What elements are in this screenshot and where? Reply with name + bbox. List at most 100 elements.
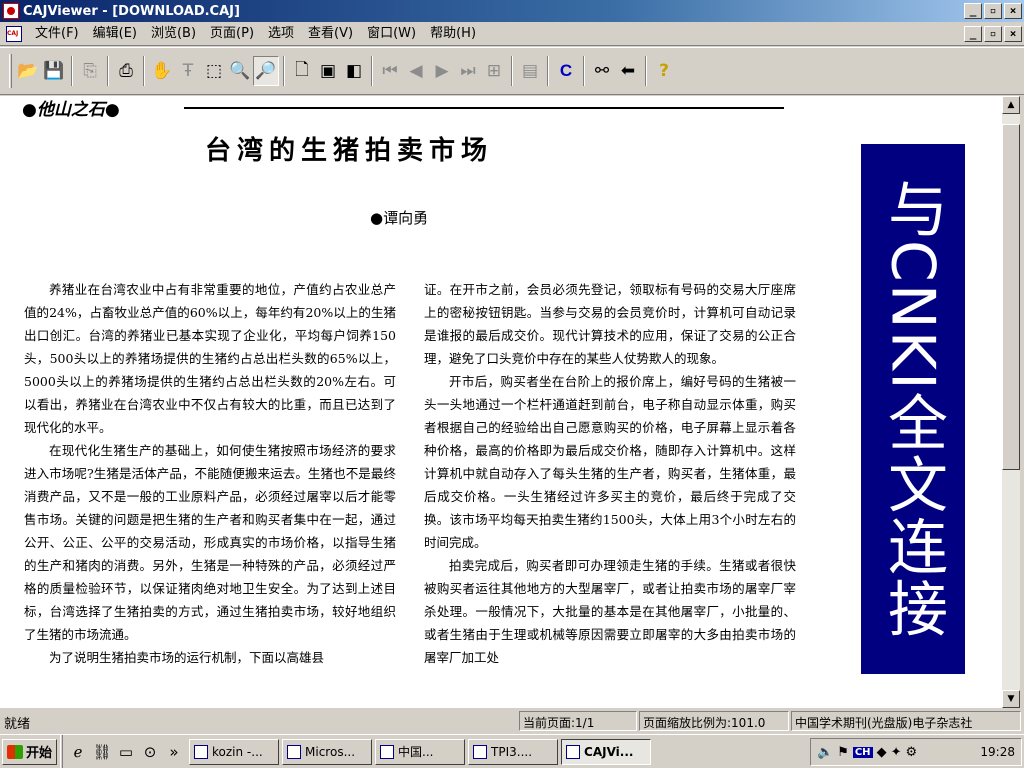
cajviewer-icon	[566, 744, 581, 759]
tray-app-icon[interactable]: ✦	[891, 745, 902, 760]
fit-width-icon[interactable]: ◧	[341, 56, 367, 86]
start-button[interactable]: 开始	[2, 738, 58, 765]
copy-icon[interactable]: ⎘	[77, 56, 103, 86]
window-controls: _ ▫ ×	[964, 3, 1022, 19]
text-select-icon[interactable]: Ŧ	[175, 56, 201, 86]
previous-page-icon[interactable]: ◀	[403, 56, 429, 86]
article-column-left: 养猪业在台湾农业中占有非常重要的地位，产值约占农业总产值的24%，占畜牧业总产值…	[24, 278, 396, 669]
toolbar-separator	[283, 56, 285, 86]
ie-window-icon	[473, 744, 488, 759]
document-icon[interactable]	[6, 25, 22, 42]
document-window-controls: _ ▫ ×	[964, 26, 1022, 42]
ime-indicator[interactable]: CH	[852, 746, 873, 758]
menu-options[interactable]: 选项	[261, 24, 301, 44]
toolbar-separator	[511, 56, 513, 86]
image-select-icon[interactable]: ⬚	[201, 56, 227, 86]
title-bar: CAJViewer - [DOWNLOAD.CAJ] _ ▫ ×	[0, 0, 1024, 22]
task-tpi[interactable]: TPI3....	[468, 738, 559, 765]
app-icon	[194, 744, 209, 759]
tray-tools-icon[interactable]: ⚙	[905, 745, 917, 760]
zoom-in-icon[interactable]: 🔍	[227, 56, 253, 86]
toolbar-separator	[107, 56, 109, 86]
first-page-icon[interactable]: ⏮	[377, 56, 403, 86]
scroll-thumb[interactable]	[1002, 124, 1020, 470]
paragraph: 为了说明生猪拍卖市场的运行机制，下面以高雄县	[49, 650, 325, 665]
media-player-icon[interactable]: ⊙	[138, 743, 162, 761]
toolbar-separator	[371, 56, 373, 86]
actual-size-icon[interactable]: 🗋	[289, 56, 315, 86]
cnki-link-button[interactable]: C	[553, 56, 579, 86]
status-bar: 就绪 当前页面:1/1 页面缩放比例为:101.0 中国学术期刊(光盘版)电子杂…	[0, 710, 1024, 732]
zoom-out-icon[interactable]: 🔎	[253, 56, 279, 86]
header-rule	[184, 107, 784, 109]
back-arrow-icon[interactable]: ⬅	[615, 56, 641, 86]
next-page-icon[interactable]: ▶	[429, 56, 455, 86]
cajviewer-app-icon[interactable]	[3, 3, 19, 19]
ime-mode-icon[interactable]: ◆	[877, 745, 887, 760]
print-icon[interactable]: ⎙	[113, 56, 139, 86]
menu-page[interactable]: 页面(P)	[203, 24, 261, 44]
paragraph: 在现代化生猪生产的基础上，如何使生猪按照市场经济的要求进入市场呢?生猪是活体产品…	[24, 443, 396, 642]
vertical-scrollbar[interactable]: ▲ ▼	[1002, 96, 1020, 708]
menu-window[interactable]: 窗口(W)	[360, 24, 423, 44]
menu-file[interactable]: 文件(F)	[28, 24, 86, 44]
task-cajviewer[interactable]: CAJVi...	[561, 738, 652, 765]
maximize-button[interactable]: ▫	[984, 3, 1002, 19]
toolbar-separator	[71, 56, 73, 86]
show-desktop-icon[interactable]: ▭	[114, 743, 138, 761]
goto-page-icon[interactable]: ⊞	[481, 56, 507, 86]
thumbnail-icon[interactable]: ▤	[517, 56, 543, 86]
system-tray: 🔈 ⚑ CH ◆ ✦ ⚙ 19:28	[810, 738, 1022, 766]
task-label: TPI3....	[491, 744, 533, 759]
help-button[interactable]: ?	[651, 56, 677, 86]
task-zhongguo[interactable]: 中国...	[375, 738, 466, 765]
quicklaunch-more-icon[interactable]: »	[162, 743, 186, 761]
network-icon[interactable]: ⛓	[90, 743, 114, 761]
ie-icon[interactable]: ℯ	[66, 743, 90, 761]
close-button[interactable]: ×	[1004, 3, 1022, 19]
status-zoom: 页面缩放比例为:101.0	[639, 711, 789, 731]
paragraph: 开市后，购买者坐在台阶上的报价席上，编好号码的生猪被一头一头地通过一个栏杆通道赶…	[424, 374, 796, 550]
fit-page-icon[interactable]: ▣	[315, 56, 341, 86]
menu-view[interactable]: 查看(V)	[301, 24, 360, 44]
ie-window-icon	[380, 744, 395, 759]
menu-edit[interactable]: 编辑(E)	[86, 24, 144, 44]
doc-close-button[interactable]: ×	[1004, 26, 1022, 42]
paragraph: 养猪业在台湾农业中占有非常重要的地位，产值约占农业总产值的24%，占畜牧业总产值…	[24, 282, 396, 435]
column-header: ●他山之石●	[22, 100, 120, 120]
paragraph: 拍卖完成后，购买者即可办理领走生猪的手续。生猪或者很快被购买者运往其他地方的大型…	[424, 558, 796, 665]
start-label: 开始	[26, 746, 53, 761]
taskbar-grip	[60, 734, 64, 768]
task-microsoft[interactable]: Micros...	[282, 738, 373, 765]
task-kozin[interactable]: kozin -...	[189, 738, 280, 765]
status-source: 中国学术期刊(光盘版)电子杂志社	[791, 711, 1021, 731]
clock[interactable]: 19:28	[980, 745, 1015, 759]
task-label: kozin -...	[212, 744, 263, 759]
network-status-icon[interactable]: ⚑	[837, 745, 849, 760]
menu-bar: 文件(F) 编辑(E) 浏览(B) 页面(P) 选项 查看(V) 窗口(W) 帮…	[0, 22, 1024, 46]
volume-icon[interactable]: 🔈	[817, 745, 833, 760]
menu-browse[interactable]: 浏览(B)	[144, 24, 203, 44]
scroll-down-icon[interactable]: ▼	[1002, 690, 1020, 708]
taskbar: 开始 ℯ ⛓ ▭ ⊙ » kozin -... Micros... 中国... …	[0, 734, 1024, 768]
minimize-button[interactable]: _	[964, 3, 982, 19]
menu-help[interactable]: 帮助(H)	[423, 24, 483, 44]
banner-text: 与CNKI全文连接	[877, 178, 948, 640]
doc-restore-button[interactable]: ▫	[984, 26, 1002, 42]
app-icon	[287, 744, 302, 759]
save-icon[interactable]: 💾	[41, 56, 67, 86]
article-author: ●谭向勇	[370, 209, 429, 227]
doc-minimize-button[interactable]: _	[964, 26, 982, 42]
article-column-right: 证。在开市之前，会员必须先登记，领取标有号码的交易大厅座席上的密秘按钮钥匙。当参…	[424, 278, 796, 669]
toolbar-separator	[583, 56, 585, 86]
cnki-fulltext-link-banner[interactable]: 与CNKI全文连接	[861, 144, 965, 674]
toolbar-grip[interactable]	[9, 54, 12, 88]
hand-tool-icon[interactable]: ✋	[149, 56, 175, 86]
status-ready: 就绪	[4, 717, 31, 732]
scroll-up-icon[interactable]: ▲	[1002, 96, 1020, 114]
paragraph: 证。在开市之前，会员必须先登记，领取标有号码的交易大厅座席上的密秘按钮钥匙。当参…	[424, 282, 796, 366]
window-title: CAJViewer - [DOWNLOAD.CAJ]	[23, 3, 240, 19]
open-folder-icon[interactable]: 📂	[15, 56, 41, 86]
last-page-icon[interactable]: ⏭	[455, 56, 481, 86]
find-binoculars-icon[interactable]: ⚯	[589, 56, 615, 86]
